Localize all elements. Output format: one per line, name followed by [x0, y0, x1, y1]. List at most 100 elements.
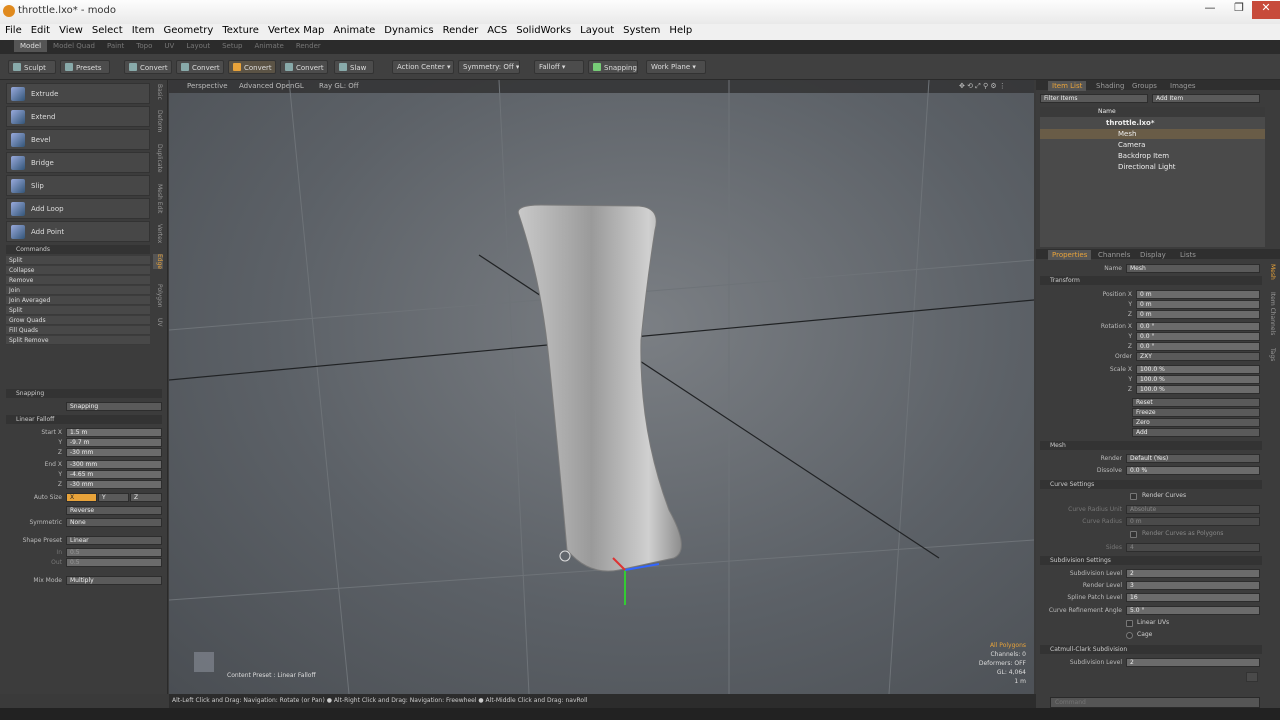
slip-button[interactable]: Slip	[6, 175, 150, 196]
menu-system[interactable]: System	[618, 24, 664, 36]
extrude-button[interactable]: Extrude	[6, 83, 150, 104]
command-grow-quads[interactable]: Grow Quads	[6, 316, 150, 325]
presets-button[interactable]: Presets	[60, 60, 110, 74]
symmetry-dropdown[interactable]: Symmetry: Off ▾	[458, 60, 520, 74]
curve-radius-field[interactable]: 0 m	[1126, 517, 1260, 526]
auto-size-z-button[interactable]: Z	[130, 493, 162, 502]
command-fill-quads[interactable]: Fill Quads	[6, 326, 150, 335]
menu-dynamics[interactable]: Dynamics	[379, 24, 437, 36]
transform-header[interactable]: Transform	[1040, 276, 1262, 285]
curve-refinement-field[interactable]: 5.0 °	[1126, 606, 1260, 615]
menu-render[interactable]: Render	[438, 24, 483, 36]
tab-layout[interactable]: Layout	[180, 40, 216, 52]
vtab-edge[interactable]: Edge	[153, 254, 163, 270]
rotation-x-field[interactable]: 0.0 °	[1136, 322, 1260, 331]
sides-field[interactable]: 4	[1126, 543, 1260, 552]
shape-preset-dropdown[interactable]: Linear	[66, 536, 162, 545]
falloff-handle[interactable]	[559, 550, 571, 562]
convert-button-4[interactable]: Convert	[280, 60, 328, 74]
start-x-field[interactable]: 1.5 m	[66, 428, 162, 437]
command-remove[interactable]: Remove	[6, 276, 150, 285]
menu-animate[interactable]: Animate	[328, 24, 379, 36]
filter-items-dropdown[interactable]: Filter Items	[1040, 94, 1148, 103]
render-level-field[interactable]: 3	[1126, 581, 1260, 590]
rotation-y-field[interactable]: 0.0 °	[1136, 332, 1260, 341]
add-point-button[interactable]: Add Point	[6, 221, 150, 242]
freeze-button[interactable]: Freeze	[1132, 408, 1260, 417]
camera-item[interactable]: Camera	[1040, 140, 1265, 150]
menu-geometry[interactable]: Geometry	[158, 24, 217, 36]
name-column-header[interactable]: Name	[1040, 107, 1265, 117]
spline-patch-field[interactable]: 16	[1126, 593, 1260, 602]
position-y-field[interactable]: 0 m	[1136, 300, 1260, 309]
snapping-toggle[interactable]: Snapping	[588, 60, 638, 74]
sculpt-button[interactable]: Sculpt	[8, 60, 56, 74]
vtab-uv[interactable]: UV	[153, 318, 163, 327]
vtab-duplicate[interactable]: Duplicate	[153, 144, 163, 173]
scale-y-field[interactable]: 100.0 %	[1136, 375, 1260, 384]
subdivision-level-field[interactable]: 2	[1126, 569, 1260, 578]
add-loop-button[interactable]: Add Loop	[6, 198, 150, 219]
3d-viewport[interactable]: Perspective Advanced OpenGL Ray GL: Off …	[169, 80, 1034, 694]
command-split-remove[interactable]: Split Remove	[6, 336, 150, 345]
tab-lists[interactable]: Lists	[1176, 250, 1200, 260]
extend-button[interactable]: Extend	[6, 106, 150, 127]
tab-groups[interactable]: Groups	[1128, 81, 1161, 91]
name-field[interactable]: Mesh	[1126, 264, 1260, 273]
maximize-button[interactable]: ❐	[1226, 1, 1252, 19]
command-join-averaged[interactable]: Join Averaged	[6, 296, 150, 305]
tab-channels[interactable]: Channels	[1094, 250, 1134, 260]
reverse-button[interactable]: Reverse	[66, 506, 162, 515]
vtab-item-channels[interactable]: Item Channels	[1266, 292, 1276, 335]
curve-radius-unit-dropdown[interactable]: Absolute	[1126, 505, 1260, 514]
convert-button-1[interactable]: Convert	[124, 60, 172, 74]
tab-setup[interactable]: Setup	[216, 40, 248, 52]
command-collapse[interactable]: Collapse	[6, 266, 150, 275]
end-y-field[interactable]: -4.65 m	[66, 470, 162, 479]
vtab-tags[interactable]: Tags	[1266, 348, 1276, 361]
position-x-field[interactable]: 0 m	[1136, 290, 1260, 299]
auto-size-x-button[interactable]: X	[66, 493, 97, 502]
reset-button[interactable]: Reset	[1132, 398, 1260, 407]
mesh-item[interactable]: Mesh	[1040, 129, 1265, 139]
zero-button[interactable]: Zero	[1132, 418, 1260, 427]
linear-uvs-checkbox[interactable]	[1126, 620, 1133, 627]
menu-texture[interactable]: Texture	[217, 24, 263, 36]
convert-button-2[interactable]: Convert	[176, 60, 224, 74]
add-button[interactable]: Add	[1132, 428, 1260, 437]
render-curves-polygons-checkbox[interactable]	[1130, 531, 1137, 538]
vtab-vertex[interactable]: Vertex	[153, 224, 163, 243]
minimize-button[interactable]: —	[1196, 1, 1224, 19]
start-y-field[interactable]: -9.7 m	[66, 438, 162, 447]
order-dropdown[interactable]: ZXY	[1136, 352, 1260, 361]
tab-paint[interactable]: Paint	[101, 40, 130, 52]
menu-vertex-map[interactable]: Vertex Map	[263, 24, 328, 36]
command-join[interactable]: Join	[6, 286, 150, 295]
vtab-deform[interactable]: Deform	[153, 110, 163, 132]
panel-options-icon[interactable]	[1246, 672, 1258, 682]
end-z-field[interactable]: -30 mm	[66, 480, 162, 489]
tab-uv[interactable]: UV	[158, 40, 180, 52]
menu-file[interactable]: File	[0, 24, 26, 36]
add-item-dropdown[interactable]: Add Item	[1152, 94, 1260, 103]
menu-help[interactable]: Help	[664, 24, 696, 36]
commands-header[interactable]: Commands	[6, 245, 150, 254]
tab-topo[interactable]: Topo	[130, 40, 158, 52]
vtab-polygon[interactable]: Polygon	[153, 284, 163, 308]
command-input[interactable]	[1050, 697, 1260, 708]
start-z-field[interactable]: -30 mm	[66, 448, 162, 457]
vtab-basic[interactable]: Basic	[153, 84, 163, 100]
snapping-field[interactable]: Snapping	[66, 402, 162, 411]
symmetric-dropdown[interactable]: None	[66, 518, 162, 527]
vtab-mesh[interactable]: Mesh	[1266, 264, 1276, 280]
falloff-dropdown[interactable]: Falloff ▾	[534, 60, 584, 74]
bevel-button[interactable]: Bevel	[6, 129, 150, 150]
scale-z-field[interactable]: 100.0 %	[1136, 385, 1260, 394]
close-button[interactable]: ✕	[1252, 1, 1280, 19]
curve-settings-header[interactable]: Curve Settings	[1040, 480, 1262, 489]
cc-subdivision-level-field[interactable]: 2	[1126, 658, 1260, 667]
in-field[interactable]: 0.5	[66, 548, 162, 557]
throttle-mesh[interactable]	[517, 204, 682, 572]
menu-item[interactable]: Item	[127, 24, 159, 36]
command-split[interactable]: Split	[6, 256, 150, 265]
